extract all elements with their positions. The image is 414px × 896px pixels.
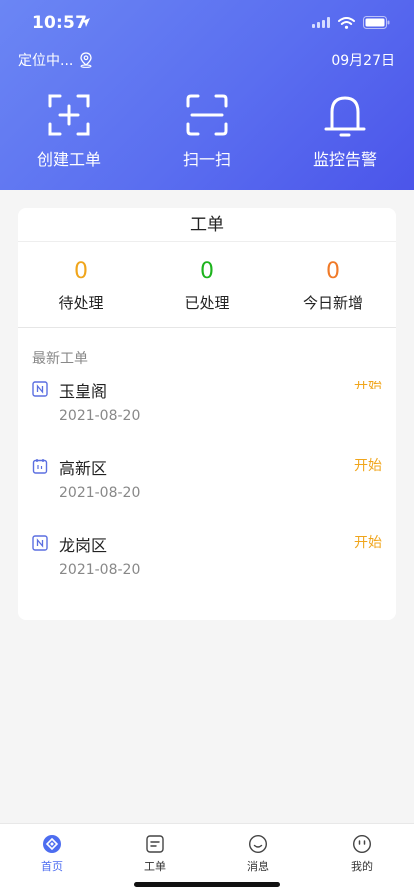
tab-home[interactable]: 首页	[12, 834, 92, 874]
tab-work-order[interactable]: 工单	[115, 834, 195, 874]
monitor-alarm-button[interactable]: 监控告警	[290, 92, 400, 172]
create-work-order-label: 创建工单	[36, 150, 101, 169]
stat-pending-value: 0	[74, 259, 88, 284]
item-name: 高新区	[59, 459, 108, 478]
scan-label: 扫一扫	[182, 150, 231, 169]
status-indicators	[312, 16, 390, 29]
stat-today-new-value: 0	[326, 259, 340, 284]
location-pin-icon	[80, 52, 93, 68]
n-badge-icon	[32, 381, 48, 397]
latest-orders-title: 最新工单	[32, 351, 88, 367]
item-date: 2021-08-20	[59, 408, 141, 424]
list-item[interactable]: 玉皇阁 2021-08-20 开始	[32, 378, 382, 438]
header: 10:57 定位中... 09月27日 创建工单 扫一扫 监控告警	[0, 0, 414, 190]
stats-row: 0 待处理 0 已处理 0 今日新增	[18, 242, 396, 328]
start-button[interactable]: 开始	[354, 381, 382, 389]
location-arrow-icon	[81, 18, 90, 27]
tab-work-order-label: 工单	[144, 860, 166, 873]
start-button[interactable]: 开始	[354, 532, 382, 552]
stat-today-new-label: 今日新增	[302, 294, 363, 312]
status-time-text: 10:57	[32, 13, 88, 33]
item-name: 龙岗区	[59, 536, 108, 555]
bell-icon	[324, 96, 366, 137]
home-indicator	[134, 882, 280, 887]
create-work-order-button[interactable]: 创建工单	[14, 92, 124, 172]
tab-message-label: 消息	[247, 860, 269, 873]
profile-icon	[352, 834, 372, 854]
tab-profile[interactable]: 我的	[322, 834, 402, 874]
quick-actions: 创建工单 扫一扫 监控告警	[0, 92, 414, 172]
card-title: 工单	[18, 208, 396, 242]
list-item[interactable]: 高新区 2021-08-20 开始	[32, 455, 382, 515]
create-work-order-icon	[48, 94, 90, 136]
wifi-icon	[338, 16, 355, 29]
status-bar: 10:57	[0, 0, 414, 46]
tab-profile-label: 我的	[351, 860, 373, 873]
stat-pending-label: 待处理	[58, 294, 104, 312]
battery-icon	[363, 16, 390, 29]
scan-icon	[186, 94, 228, 136]
stat-processed-label: 已处理	[184, 294, 230, 312]
location-row[interactable]: 定位中...	[18, 50, 93, 70]
item-date: 2021-08-20	[59, 485, 141, 501]
item-date: 2021-08-20	[59, 562, 141, 578]
status-time: 10:57	[32, 13, 90, 33]
work-order-icon	[146, 835, 164, 853]
n-badge-icon	[32, 535, 48, 551]
home-icon	[43, 835, 61, 853]
tab-home-label: 首页	[41, 860, 63, 873]
stat-processed-value: 0	[200, 259, 214, 284]
signal-icon	[312, 17, 330, 28]
stat-pending[interactable]: 0 待处理	[18, 258, 144, 313]
scan-button[interactable]: 扫一扫	[152, 92, 262, 172]
stat-today-new[interactable]: 0 今日新增	[270, 258, 396, 313]
tab-message[interactable]: 消息	[218, 834, 298, 874]
location-text: 定位中...	[18, 53, 74, 69]
work-order-card: 工单 0 待处理 0 已处理 0 今日新增 最新工单 玉皇阁 2021-08-2…	[18, 208, 396, 620]
header-date: 09月27日	[331, 53, 395, 69]
calendar-icon	[32, 459, 48, 474]
list-item[interactable]: 龙岗区 2021-08-20 开始	[32, 532, 382, 592]
monitor-alarm-label: 监控告警	[312, 150, 377, 169]
stat-processed[interactable]: 0 已处理	[144, 258, 270, 313]
item-name: 玉皇阁	[59, 382, 108, 401]
message-icon	[248, 834, 268, 854]
start-button[interactable]: 开始	[354, 455, 382, 475]
